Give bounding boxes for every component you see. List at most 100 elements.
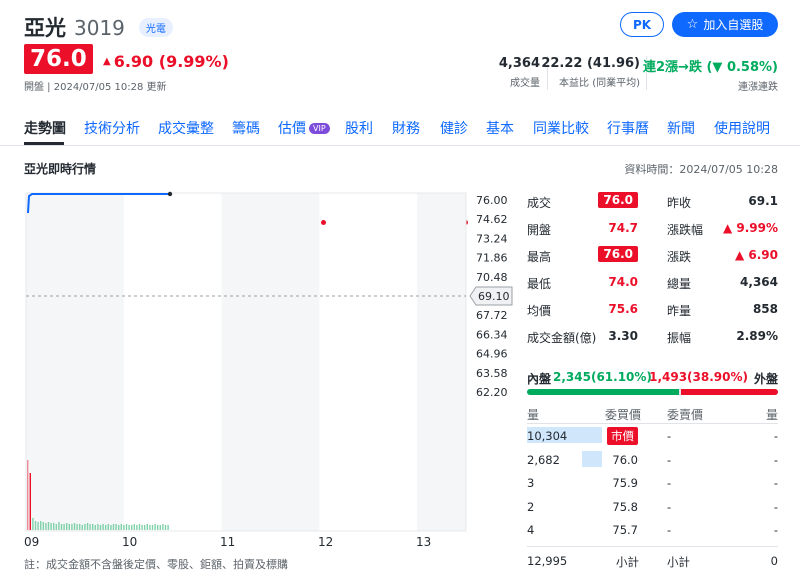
quote-label: 成交金額(億): [527, 331, 597, 345]
bid-qty-header: 量: [527, 408, 540, 422]
y-tick-label: 67.72: [476, 309, 508, 322]
current-price: 76.0: [24, 44, 93, 74]
volume-bar: [123, 525, 125, 530]
section-title: 亞光即時行情: [24, 162, 97, 176]
quote-value: 3.30: [608, 329, 638, 343]
tab-health[interactable]: 健診: [440, 118, 468, 138]
quote-value: 2.89%: [736, 329, 778, 343]
quote-label: 漲跌: [667, 250, 692, 264]
ask-total-label: 小計: [667, 554, 690, 569]
bid-qty: 3: [527, 476, 535, 490]
order-pressure: 內盤 2,345(61.10%) 1,493(38.90%) 外盤: [527, 370, 778, 395]
add-watchlist-button[interactable]: ☆ 加入自選股: [672, 12, 778, 37]
quote-value: 69.1: [748, 194, 778, 208]
quote-row: 成交金額(億) 3.30 振幅 2.89%: [527, 323, 778, 350]
order-book: 量 委買價 委賣價 量 10,304 市價 - - 2,682 76.0 - - 3 75.9 - -…: [527, 404, 778, 572]
quote-label: 振幅: [667, 331, 692, 345]
tab-chart[interactable]: 走勢圖: [24, 118, 66, 138]
update-time: 開盤 | 2024/07/05 10:28 更新: [24, 82, 167, 93]
ask-price: -: [667, 476, 672, 490]
ask-qty: -: [773, 499, 778, 514]
tab-chips[interactable]: 籌碼: [232, 118, 260, 138]
volume-bar: [89, 524, 91, 530]
pk-button[interactable]: PK: [620, 12, 664, 37]
tab-basic[interactable]: 基本: [486, 118, 514, 138]
quote-value: 76.0: [598, 246, 638, 262]
stat-label: 本益比 (同業平均): [559, 78, 640, 89]
volume-bar: [159, 525, 161, 530]
quote-value: ▲ 9.99%: [722, 221, 778, 235]
tab-help[interactable]: 使用說明: [714, 118, 770, 138]
intraday-chart[interactable]: 76.00 74.62 73.24 71.86 70.48 69.10 67.72 66.34…: [0, 180, 520, 560]
ask-price: -: [667, 499, 672, 514]
volume-bar: [138, 524, 141, 530]
quote-label: 成交: [527, 196, 552, 210]
tab-bar: 走勢圖 技術分析 成交彙整 籌碼 估價 VIP 股利 財務 健診 基本 同業比較 …: [0, 108, 800, 225]
chart-svg: 76.00 74.62 73.24 71.86 70.48 69.10 67.72 66.34…: [24, 191, 513, 549]
volume-bar: [73, 523, 76, 530]
x-tick-label: 12: [318, 535, 333, 549]
y-tick-label: 66.34: [476, 328, 508, 341]
tab-summary[interactable]: 成交彙整: [158, 118, 214, 138]
tab-calendar[interactable]: 行事曆: [607, 118, 649, 138]
volume-bar: [27, 460, 29, 530]
ask-qty: -: [773, 429, 778, 443]
stat-label: 連漲連跌: [738, 82, 778, 93]
volume-bar: [105, 525, 107, 530]
volume-bar: [40, 521, 42, 530]
quote-value: 75.6: [608, 302, 638, 316]
price-change-value: 6.90 (9.99%): [113, 52, 229, 71]
tab-financial[interactable]: 財務: [392, 118, 420, 138]
x-tick-label: 10: [122, 535, 137, 549]
x-tick-label: 13: [416, 535, 431, 549]
stat-value: 連2漲→跌 (▼ 0.58%): [643, 60, 778, 75]
ask-total-qty: 0: [770, 553, 778, 568]
volume-bar: [32, 518, 34, 530]
tab-peer[interactable]: 同業比較: [533, 118, 589, 138]
volume-bar: [133, 524, 135, 530]
volume-bar: [97, 524, 99, 530]
y-tick-label: 73.24: [476, 232, 508, 245]
volume-bar: [149, 525, 151, 530]
outer-label: 外盤: [753, 372, 778, 386]
stat-streak: 連2漲→跌 (▼ 0.58%) 連漲連跌: [643, 56, 778, 93]
volume-bar: [45, 523, 47, 530]
volume-bar: [34, 521, 37, 530]
quote-value: 4,364: [740, 275, 778, 289]
volume-bar: [50, 523, 52, 530]
volume-bar: [55, 524, 57, 530]
bid-qty: 4: [527, 523, 535, 537]
volume-bar: [157, 525, 159, 530]
order-book-header: 量 委買價 委賣價 量: [527, 404, 778, 424]
volume-bar: [63, 524, 65, 530]
volume-bar: [144, 525, 146, 530]
sector-badge[interactable]: 光電: [138, 18, 173, 37]
volume-bar: [125, 524, 128, 530]
volume-bar: [162, 524, 164, 530]
volume-bar: [164, 525, 167, 530]
tab-news[interactable]: 新聞: [667, 118, 695, 138]
volume-bar: [92, 524, 94, 530]
volume-bar: [86, 523, 89, 530]
volume-bar: [146, 524, 148, 530]
order-book-total: 12,995 小計 小計 0: [527, 545, 778, 572]
inner-value: 2,345(61.10%): [553, 370, 652, 384]
stat-value: 4,364: [498, 56, 540, 71]
volume-bar: [99, 525, 102, 530]
tab-dividend[interactable]: 股利: [345, 118, 373, 138]
bid-price: 75.8: [612, 499, 638, 514]
tab-technical[interactable]: 技術分析: [84, 118, 140, 138]
volume-bar: [29, 473, 31, 530]
tab-valuation[interactable]: 估價 VIP: [278, 118, 330, 138]
quote-row: 均價 75.6 昨量 858: [527, 296, 778, 323]
volume-bar: [110, 525, 112, 530]
up-triangle-icon: ▲: [103, 56, 111, 67]
order-book-row: 2,682 76.0 - -: [527, 448, 778, 472]
ask-price: -: [667, 429, 672, 443]
volume-bar: [167, 525, 169, 530]
x-tick-label: 11: [220, 535, 235, 549]
stock-name: 亞光: [24, 16, 66, 40]
stock-code: 3019: [74, 16, 125, 40]
ask-qty: -: [773, 476, 778, 490]
volume-bar: [141, 525, 143, 530]
